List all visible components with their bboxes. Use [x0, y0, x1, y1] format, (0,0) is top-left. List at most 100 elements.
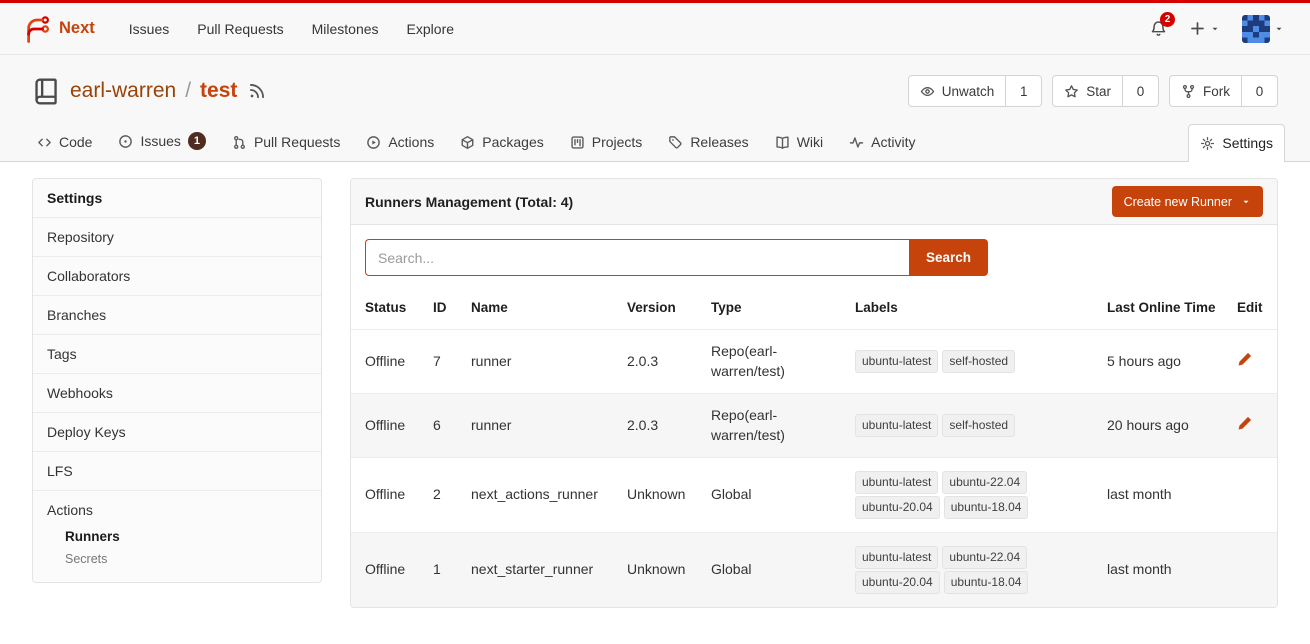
forgejo-logo-icon [22, 14, 52, 44]
sidebar-item-lfs[interactable]: LFS [33, 452, 321, 491]
runner-labels: ubuntu-latestubuntu-22.04ubuntu-20.04ubu… [847, 532, 1099, 606]
repo-name-link[interactable]: test [200, 79, 237, 103]
runner-label-chip: ubuntu-latest [855, 471, 938, 494]
runner-row: Offline2next_actions_runnerUnknownGlobal… [351, 458, 1278, 533]
navbar-left: Next IssuesPull RequestsMilestonesExplor… [16, 14, 468, 44]
tab-projects[interactable]: Projects [558, 123, 655, 161]
runner-last-online: last month [1099, 532, 1229, 606]
runner-version: 2.0.3 [619, 394, 703, 458]
pulse-icon [849, 135, 864, 150]
sidebar-item-deploy-keys[interactable]: Deploy Keys [33, 413, 321, 452]
fork-count[interactable]: 0 [1242, 75, 1278, 107]
avatar [1242, 15, 1270, 43]
runner-last-online: 5 hours ago [1099, 330, 1229, 394]
runner-version: Unknown [619, 458, 703, 533]
notifications-button[interactable]: 2 [1150, 20, 1167, 37]
edit-runner-button[interactable] [1237, 351, 1253, 367]
column-header-labels: Labels [847, 286, 1099, 330]
tab-activity[interactable]: Activity [837, 123, 927, 161]
sidebar-item-branches[interactable]: Branches [33, 296, 321, 335]
runner-name: next_actions_runner [463, 458, 619, 533]
column-header-id: ID [425, 286, 463, 330]
runner-row: Offline6runner2.0.3Repo(earl-warren/test… [351, 394, 1278, 458]
pencil-icon [1237, 415, 1253, 431]
caret-down-icon [1274, 24, 1284, 34]
code-icon [37, 135, 52, 150]
column-header-name: Name [463, 286, 619, 330]
repo-title: earl-warren / test [32, 77, 266, 106]
runner-label-chip: ubuntu-latest [855, 350, 938, 373]
home-logo-link[interactable]: Next [16, 14, 101, 44]
runner-id: 6 [425, 394, 463, 458]
tab-code[interactable]: Code [25, 123, 104, 161]
notification-count-badge: 2 [1160, 12, 1175, 27]
search-button[interactable]: Search [909, 239, 988, 276]
repo-action-buttons: Unwatch1Star0Fork0 [908, 75, 1278, 107]
runner-id: 7 [425, 330, 463, 394]
unwatch-label: Unwatch [942, 84, 995, 99]
tab-settings[interactable]: Settings [1188, 124, 1285, 162]
tab-label: Activity [871, 134, 915, 150]
runner-label-chip: self-hosted [942, 350, 1015, 373]
runners-table: StatusIDNameVersionTypeLabelsLast Online… [351, 286, 1278, 607]
runner-version: Unknown [619, 532, 703, 606]
runner-edit-cell [1229, 532, 1278, 606]
package-icon [460, 135, 475, 150]
tab-pull-requests[interactable]: Pull Requests [220, 123, 352, 161]
star-count[interactable]: 0 [1123, 75, 1159, 107]
runner-search-bar: Search [351, 225, 1277, 286]
fork-button[interactable]: Fork [1169, 75, 1242, 107]
runner-name: runner [463, 394, 619, 458]
rss-icon[interactable] [248, 82, 266, 100]
sidebar-item-webhooks[interactable]: Webhooks [33, 374, 321, 413]
repo-tabbar: Code Issues1Pull RequestsActions Packages P… [0, 121, 1310, 162]
sidebar-item-collaborators[interactable]: Collaborators [33, 257, 321, 296]
runner-search-input[interactable] [365, 239, 909, 276]
nav-item-explore[interactable]: Explore [393, 12, 468, 46]
repo-owner-link[interactable]: earl-warren [70, 79, 176, 103]
column-header-status: Status [351, 286, 425, 330]
runners-panel: Runners Management (Total: 4) Create new… [350, 178, 1278, 608]
tab-issues[interactable]: Issues1 [106, 121, 217, 161]
tab-label: Wiki [797, 134, 823, 150]
tab-wiki[interactable]: Wiki [763, 123, 835, 161]
unwatch-count[interactable]: 1 [1006, 75, 1042, 107]
edit-runner-button[interactable] [1237, 415, 1253, 431]
runners-panel-title: Runners Management (Total: 4) [365, 194, 573, 210]
pencil-icon [1237, 351, 1253, 367]
sidebar-group-actions: Actions RunnersSecrets [33, 491, 321, 582]
user-menu-button[interactable] [1242, 15, 1284, 43]
nav-item-issues[interactable]: Issues [115, 12, 183, 46]
project-board-icon [570, 135, 585, 150]
runner-status: Offline [351, 532, 425, 606]
star-button[interactable]: Star [1052, 75, 1123, 107]
runner-status: Offline [351, 394, 425, 458]
sidebar-item-repository[interactable]: Repository [33, 218, 321, 257]
main-nav: IssuesPull RequestsMilestonesExplore [115, 21, 468, 37]
runner-id: 1 [425, 532, 463, 606]
tab-releases[interactable]: Releases [656, 123, 760, 161]
create-new-button[interactable] [1189, 20, 1220, 37]
column-header-edit: Edit [1229, 286, 1278, 330]
runner-edit-cell [1229, 394, 1278, 458]
column-header-last-online-time: Last Online Time [1099, 286, 1229, 330]
runner-label-chip: ubuntu-latest [855, 414, 938, 437]
nav-item-milestones[interactable]: Milestones [298, 12, 393, 46]
sidebar-item-runners[interactable]: Runners [47, 525, 307, 548]
fork-icon [1181, 84, 1196, 99]
tab-label: Packages [482, 134, 543, 150]
caret-down-icon [1210, 24, 1220, 34]
tab-label: Code [59, 134, 92, 150]
create-runner-button[interactable]: Create new Runner [1112, 186, 1263, 217]
unwatch-button[interactable]: Unwatch [908, 75, 1007, 107]
sidebar-item-actions[interactable]: Actions [47, 502, 307, 518]
nav-item-pull-requests[interactable]: Pull Requests [183, 12, 297, 46]
table-body: Offline7runner2.0.3Repo(earl-warren/test… [351, 330, 1278, 607]
tab-actions[interactable]: Actions [354, 123, 446, 161]
table-header-row: StatusIDNameVersionTypeLabelsLast Online… [351, 286, 1278, 330]
gear-icon [1200, 136, 1215, 151]
sidebar-item-secrets[interactable]: Secrets [47, 548, 307, 570]
issues-count-badge: 1 [188, 132, 206, 150]
sidebar-item-tags[interactable]: Tags [33, 335, 321, 374]
tab-packages[interactable]: Packages [448, 123, 555, 161]
